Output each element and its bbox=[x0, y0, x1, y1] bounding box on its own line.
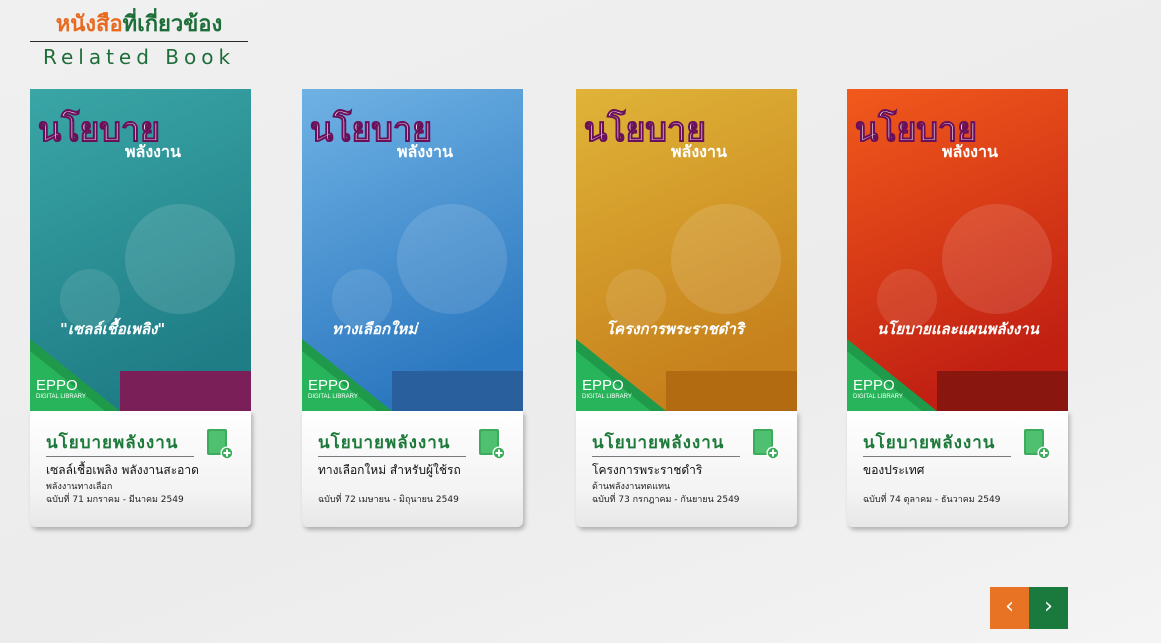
cover-caption: ทางเลือกใหม่ bbox=[332, 320, 420, 338]
prev-arrow-button[interactable]: ‹ bbox=[990, 587, 1029, 629]
book-subtopic: พลังงานทางเลือก bbox=[46, 482, 113, 492]
library-sub: DIGITAL LIBRARY bbox=[308, 394, 358, 400]
book-cover[interactable]: นโยบาย พลังงาน ทางเลือกใหม่ EPPO DIGITAL… bbox=[302, 89, 523, 411]
library-badge: EPPO DIGITAL LIBRARY bbox=[582, 378, 632, 401]
library-sub: DIGITAL LIBRARY bbox=[582, 394, 632, 400]
title-underline bbox=[318, 456, 466, 457]
book-issue: ฉบับที่ 72 เมษายน - มิถุนายน 2549 bbox=[318, 495, 459, 505]
cover-subtitle: พลังงาน bbox=[671, 142, 727, 161]
add-book-icon[interactable] bbox=[478, 427, 506, 459]
book-card[interactable]: นโยบาย พลังงาน "เซลล์เชื้อเพลิง" EPPO DI… bbox=[30, 89, 251, 527]
add-book-icon[interactable] bbox=[1023, 427, 1051, 459]
book-cover[interactable]: นโยบาย พลังงาน "เซลล์เชื้อเพลิง" EPPO DI… bbox=[30, 89, 251, 411]
title-underline bbox=[46, 456, 194, 457]
book-title[interactable]: นโยบายพลังงาน bbox=[592, 429, 724, 456]
book-subject: ทางเลือกใหม่ สำหรับผู้ใช้รถ bbox=[318, 463, 461, 477]
book-info: นโยบายพลังงาน โครงการพระราชดำริ ด้านพลัง… bbox=[576, 411, 797, 527]
book-issue: ฉบับที่ 71 มกราคม - มีนาคม 2549 bbox=[46, 495, 184, 505]
book-info: นโยบายพลังงาน ทางเลือกใหม่ สำหรับผู้ใช้ร… bbox=[302, 411, 523, 527]
chevron-left-icon: ‹ bbox=[1005, 594, 1014, 619]
title-th-orange: หนังสือ bbox=[55, 12, 123, 37]
library-brand: EPPO bbox=[582, 377, 624, 394]
cover-subtitle: พลังงาน bbox=[942, 142, 998, 161]
cover-caption: "เซลล์เชื้อเพลิง" bbox=[60, 317, 165, 338]
cover-subtitle: พลังงาน bbox=[125, 142, 181, 161]
library-badge: EPPO DIGITAL LIBRARY bbox=[853, 378, 903, 401]
library-badge: EPPO DIGITAL LIBRARY bbox=[36, 378, 86, 401]
library-badge: EPPO DIGITAL LIBRARY bbox=[308, 378, 358, 401]
title-underline bbox=[863, 456, 1011, 457]
library-brand: EPPO bbox=[36, 377, 78, 394]
book-cover[interactable]: นโยบาย พลังงาน โครงการพระราชดำริ EPPO DI… bbox=[576, 89, 797, 411]
book-issue: ฉบับที่ 73 กรกฎาคม - กันยายน 2549 bbox=[592, 495, 740, 505]
chevron-right-icon: › bbox=[1044, 594, 1053, 619]
book-cover[interactable]: นโยบาย พลังงาน นโยบายและแผนพลังงาน EPPO … bbox=[847, 89, 1068, 411]
book-card[interactable]: นโยบาย พลังงาน นโยบายและแผนพลังงาน EPPO … bbox=[847, 89, 1068, 527]
book-card[interactable]: นโยบาย พลังงาน โครงการพระราชดำริ EPPO DI… bbox=[576, 89, 797, 527]
header-divider bbox=[30, 41, 248, 42]
library-sub: DIGITAL LIBRARY bbox=[36, 394, 86, 400]
cover-subtitle: พลังงาน bbox=[397, 142, 453, 161]
book-issue: ฉบับที่ 74 ตุลาคม - ธันวาคม 2549 bbox=[863, 495, 1001, 505]
book-subject: ของประเทศ bbox=[863, 463, 925, 477]
cover-caption: โครงการพระราชดำริ bbox=[606, 319, 747, 338]
library-sub: DIGITAL LIBRARY bbox=[853, 394, 903, 400]
book-subject: เซลล์เชื้อเพลิง พลังงานสะอาด bbox=[46, 463, 199, 477]
book-title[interactable]: นโยบายพลังงาน bbox=[318, 429, 450, 456]
book-subtopic: ด้านพลังงานทดแทน bbox=[592, 482, 671, 492]
section-header: หนังสือที่เกี่ยวข้อง Related Book bbox=[30, 10, 248, 69]
library-brand: EPPO bbox=[853, 377, 895, 394]
library-brand: EPPO bbox=[308, 377, 350, 394]
book-info: นโยบายพลังงาน ของประเทศ ฉบับที่ 74 ตุลาค… bbox=[847, 411, 1068, 527]
book-info: นโยบายพลังงาน เซลล์เชื้อเพลิง พลังงานสะอ… bbox=[30, 411, 251, 527]
cover-caption: นโยบายและแผนพลังงาน bbox=[877, 319, 1040, 338]
book-title[interactable]: นโยบายพลังงาน bbox=[46, 429, 178, 456]
book-card[interactable]: นโยบาย พลังงาน ทางเลือกใหม่ EPPO DIGITAL… bbox=[302, 89, 523, 527]
add-book-icon[interactable] bbox=[206, 427, 234, 459]
title-th-green: ที่เกี่ยวข้อง bbox=[122, 12, 223, 37]
next-arrow-button[interactable]: › bbox=[1029, 587, 1068, 629]
section-title-th: หนังสือที่เกี่ยวข้อง bbox=[30, 10, 248, 40]
book-title[interactable]: นโยบายพลังงาน bbox=[863, 429, 995, 456]
book-subject: โครงการพระราชดำริ bbox=[592, 463, 703, 477]
section-title-en: Related Book bbox=[42, 45, 236, 69]
title-underline bbox=[592, 456, 740, 457]
add-book-icon[interactable] bbox=[752, 427, 780, 459]
